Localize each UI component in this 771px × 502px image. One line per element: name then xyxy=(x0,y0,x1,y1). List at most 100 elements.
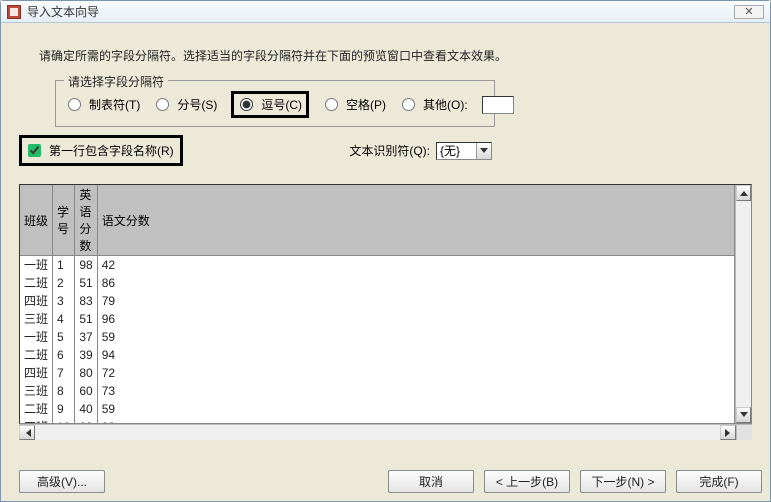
advanced-button[interactable]: 高级(V)... xyxy=(19,470,105,493)
radio-tab-label: 制表符(T) xyxy=(89,96,140,113)
scroll-corner xyxy=(736,425,752,440)
table-cell: 98 xyxy=(75,256,97,274)
col-header[interactable]: 班级 xyxy=(20,185,53,256)
table-row[interactable]: 二班25186 xyxy=(20,274,735,292)
table-cell: 94 xyxy=(97,346,734,364)
table-cell: 四班 xyxy=(20,292,53,310)
table-cell: 60 xyxy=(75,382,97,400)
scroll-up-arrow[interactable] xyxy=(736,185,751,201)
titlebar: 导入文本向导 ✕ xyxy=(1,1,770,23)
radio-tab-input[interactable] xyxy=(68,98,81,111)
button-bar: 高级(V)... 取消 < 上一步(B) 下一步(N) > 完成(F) xyxy=(1,460,770,501)
radio-semicolon[interactable]: 分号(S) xyxy=(154,96,217,113)
table-cell: 39 xyxy=(75,346,97,364)
text-qualifier-select[interactable]: {无} xyxy=(436,142,492,160)
table-cell: 四班 xyxy=(20,418,53,424)
radio-other-input[interactable] xyxy=(402,98,415,111)
window-title: 导入文本向导 xyxy=(27,3,99,20)
table-cell: 80 xyxy=(75,364,97,382)
radio-space-input[interactable] xyxy=(325,98,338,111)
table-row[interactable]: 三班45196 xyxy=(20,310,735,328)
row-options: 第一行包含字段名称(R) 文本识别符(Q): {无} xyxy=(19,135,752,166)
table-cell: 三班 xyxy=(20,310,53,328)
table-row[interactable]: 四班109283 xyxy=(20,418,735,424)
table-row[interactable]: 一班19842 xyxy=(20,256,735,274)
content-area: 请确定所需的字段分隔符。选择适当的字段分隔符并在下面的预览窗口中查看文本效果。 … xyxy=(1,23,770,460)
finish-button[interactable]: 完成(F) xyxy=(676,470,762,493)
horizontal-scrollbar[interactable] xyxy=(19,424,752,440)
back-button[interactable]: < 上一步(B) xyxy=(484,470,570,493)
next-button[interactable]: 下一步(N) > xyxy=(580,470,666,493)
scroll-left-arrow[interactable] xyxy=(19,425,35,440)
table-row[interactable]: 二班94059 xyxy=(20,400,735,418)
table-cell: 一班 xyxy=(20,256,53,274)
table-cell: 42 xyxy=(97,256,734,274)
table-cell: 9 xyxy=(53,400,75,418)
table-row[interactable]: 二班63994 xyxy=(20,346,735,364)
preview-area: 班级 学号 英语分数 语文分数 一班19842二班25186四班38379三班4… xyxy=(19,184,752,454)
table-cell: 二班 xyxy=(20,400,53,418)
radio-space[interactable]: 空格(P) xyxy=(323,96,386,113)
table-cell: 二班 xyxy=(20,346,53,364)
radio-semicolon-input[interactable] xyxy=(156,98,169,111)
table-cell: 83 xyxy=(97,418,734,424)
cancel-button[interactable]: 取消 xyxy=(388,470,474,493)
radio-space-label: 空格(P) xyxy=(346,96,386,113)
first-row-label: 第一行包含字段名称(R) xyxy=(49,142,174,159)
radio-comma[interactable]: 逗号(C) xyxy=(238,96,302,113)
table-cell: 三班 xyxy=(20,382,53,400)
table-cell: 二班 xyxy=(20,274,53,292)
table-cell: 72 xyxy=(97,364,734,382)
col-header[interactable]: 语文分数 xyxy=(97,185,734,256)
table-cell: 59 xyxy=(97,328,734,346)
table-cell: 96 xyxy=(97,310,734,328)
scroll-right-arrow[interactable] xyxy=(720,425,736,440)
radio-comma-input[interactable] xyxy=(240,98,253,111)
comma-highlight: 逗号(C) xyxy=(231,91,309,118)
col-header[interactable]: 英语分数 xyxy=(75,185,97,256)
delimiter-radio-row: 制表符(T) 分号(S) 逗号(C) 空格(P) xyxy=(66,91,484,118)
preview-table-inner: 班级 学号 英语分数 语文分数 一班19842二班25186四班38379三班4… xyxy=(20,185,735,423)
close-button[interactable]: ✕ xyxy=(734,5,764,19)
col-header[interactable]: 学号 xyxy=(53,185,75,256)
wizard-window: 导入文本向导 ✕ 请确定所需的字段分隔符。选择适当的字段分隔符并在下面的预览窗口… xyxy=(0,0,771,502)
table-row[interactable]: 四班38379 xyxy=(20,292,735,310)
first-row-checkbox[interactable] xyxy=(28,144,41,157)
table-cell: 92 xyxy=(75,418,97,424)
first-row-checkbox-wrap[interactable]: 第一行包含字段名称(R) xyxy=(19,135,183,166)
table-cell: 8 xyxy=(53,382,75,400)
vertical-scrollbar[interactable] xyxy=(735,185,751,423)
table-cell: 37 xyxy=(75,328,97,346)
radio-semicolon-label: 分号(S) xyxy=(177,96,217,113)
radio-comma-label: 逗号(C) xyxy=(261,96,302,113)
scroll-track-h[interactable] xyxy=(35,425,720,440)
table-row[interactable]: 四班78072 xyxy=(20,364,735,382)
table-cell: 3 xyxy=(53,292,75,310)
table-row[interactable]: 三班86073 xyxy=(20,382,735,400)
delimiter-fieldset: 请选择字段分隔符 制表符(T) 分号(S) 逗号(C) xyxy=(55,80,495,127)
table-cell: 83 xyxy=(75,292,97,310)
table-cell: 79 xyxy=(97,292,734,310)
table-cell: 73 xyxy=(97,382,734,400)
table-cell: 51 xyxy=(75,310,97,328)
radio-other[interactable]: 其他(O): xyxy=(400,96,468,113)
table-cell: 一班 xyxy=(20,328,53,346)
app-icon xyxy=(7,5,21,19)
table-cell: 7 xyxy=(53,364,75,382)
text-qualifier-label: 文本识别符(Q): xyxy=(349,142,430,159)
text-qualifier-value: {无} xyxy=(440,142,460,159)
table-cell: 59 xyxy=(97,400,734,418)
table-cell: 10 xyxy=(53,418,75,424)
table-cell: 51 xyxy=(75,274,97,292)
radio-tab[interactable]: 制表符(T) xyxy=(66,96,140,113)
instruction-text: 请确定所需的字段分隔符。选择适当的字段分隔符并在下面的预览窗口中查看文本效果。 xyxy=(39,47,742,64)
scroll-track[interactable] xyxy=(736,201,751,407)
other-delimiter-input[interactable] xyxy=(482,96,514,114)
table-cell: 2 xyxy=(53,274,75,292)
scroll-down-arrow[interactable] xyxy=(736,407,751,423)
table-cell: 40 xyxy=(75,400,97,418)
table-cell: 四班 xyxy=(20,364,53,382)
radio-other-label: 其他(O): xyxy=(423,96,468,113)
preview-table-wrap: 班级 学号 英语分数 语文分数 一班19842二班25186四班38379三班4… xyxy=(19,184,752,424)
table-row[interactable]: 一班53759 xyxy=(20,328,735,346)
